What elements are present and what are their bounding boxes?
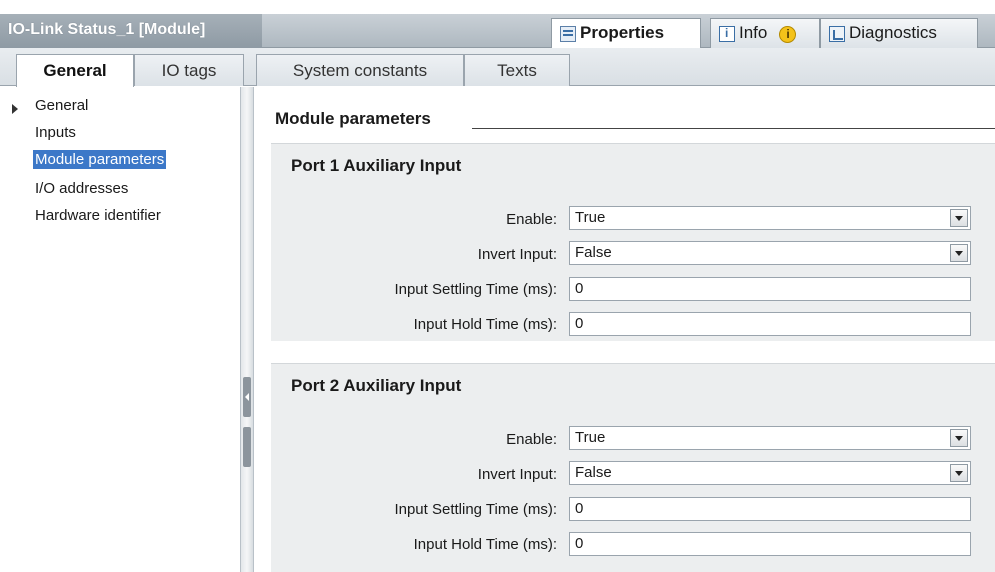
nav-item-inputs[interactable]: Inputs xyxy=(33,123,78,142)
port1-enable-label: Enable: xyxy=(506,211,557,228)
properties-tab-row: General IO tags System constants Texts xyxy=(0,48,995,87)
chevron-down-icon[interactable] xyxy=(950,429,968,447)
port1-group: Port 1 Auxiliary Input Enable: True Inve… xyxy=(271,143,995,341)
tab-system-constants[interactable]: System constants xyxy=(256,54,464,86)
port2-invert-label: Invert Input: xyxy=(477,466,557,483)
collapse-right-handle[interactable] xyxy=(243,427,251,467)
port2-invert-value: False xyxy=(575,464,612,481)
tab-diagnostics[interactable]: Diagnostics xyxy=(820,18,978,48)
diagnostics-icon xyxy=(829,26,845,42)
tab-general[interactable]: General xyxy=(16,54,134,87)
tab-properties[interactable]: Properties xyxy=(551,18,701,49)
nav-item-module-parameters[interactable]: Module parameters xyxy=(33,150,167,169)
port1-settling-label: Input Settling Time (ms): xyxy=(394,281,557,298)
info-warning-icon xyxy=(779,26,797,43)
port2-settling-label: Input Settling Time (ms): xyxy=(394,501,557,518)
module-parameters-panel: Module parameters Port 1 Auxiliary Input… xyxy=(255,87,995,572)
window-title: IO-Link Status_1 [Module] xyxy=(8,21,206,38)
tab-texts[interactable]: Texts xyxy=(464,54,570,86)
port1-hold-input[interactable]: 0 xyxy=(569,312,971,336)
info-icon xyxy=(719,26,735,42)
port2-title: Port 2 Auxiliary Input xyxy=(291,376,462,395)
tab-io-tags[interactable]: IO tags xyxy=(134,54,244,86)
nav-item-io-addresses[interactable]: I/O addresses xyxy=(33,179,130,198)
port1-invert-select[interactable]: False xyxy=(569,241,971,265)
port1-invert-value: False xyxy=(575,244,612,261)
properties-icon xyxy=(560,26,576,42)
port1-hold-label: Input Hold Time (ms): xyxy=(413,316,557,333)
title-bar: IO-Link Status_1 [Module] Properties Inf… xyxy=(0,14,995,49)
section-divider xyxy=(472,128,995,129)
port2-hold-input[interactable]: 0 xyxy=(569,532,971,556)
tab-info-label: Info xyxy=(739,23,768,42)
chevron-down-icon[interactable] xyxy=(950,244,968,262)
port2-group: Port 2 Auxiliary Input Enable: True Inve… xyxy=(271,363,995,572)
chevron-down-icon[interactable] xyxy=(950,464,968,482)
port2-hold-label: Input Hold Time (ms): xyxy=(413,536,557,553)
port2-enable-select[interactable]: True xyxy=(569,426,971,450)
port1-enable-value: True xyxy=(575,209,606,226)
tab-info[interactable]: Info xyxy=(710,18,820,48)
arrow-left-icon xyxy=(245,393,249,401)
chevron-down-icon[interactable] xyxy=(950,209,968,227)
expand-arrow-icon[interactable] xyxy=(12,104,18,114)
nav-item-general[interactable]: General xyxy=(33,96,90,115)
port1-invert-label: Invert Input: xyxy=(477,246,557,263)
port2-invert-select[interactable]: False xyxy=(569,461,971,485)
port2-enable-label: Enable: xyxy=(506,431,557,448)
tab-diagnostics-label: Diagnostics xyxy=(849,23,937,42)
port2-settling-input[interactable]: 0 xyxy=(569,497,971,521)
port1-enable-select[interactable]: True xyxy=(569,206,971,230)
port1-settling-input[interactable]: 0 xyxy=(569,277,971,301)
nav-item-hardware-identifier[interactable]: Hardware identifier xyxy=(33,206,163,225)
port1-title: Port 1 Auxiliary Input xyxy=(291,156,462,175)
port2-enable-value: True xyxy=(575,429,606,446)
tab-properties-label: Properties xyxy=(580,23,665,42)
panel-splitter[interactable] xyxy=(240,87,254,572)
collapse-left-handle[interactable] xyxy=(243,377,251,417)
section-title: Module parameters xyxy=(275,109,431,128)
